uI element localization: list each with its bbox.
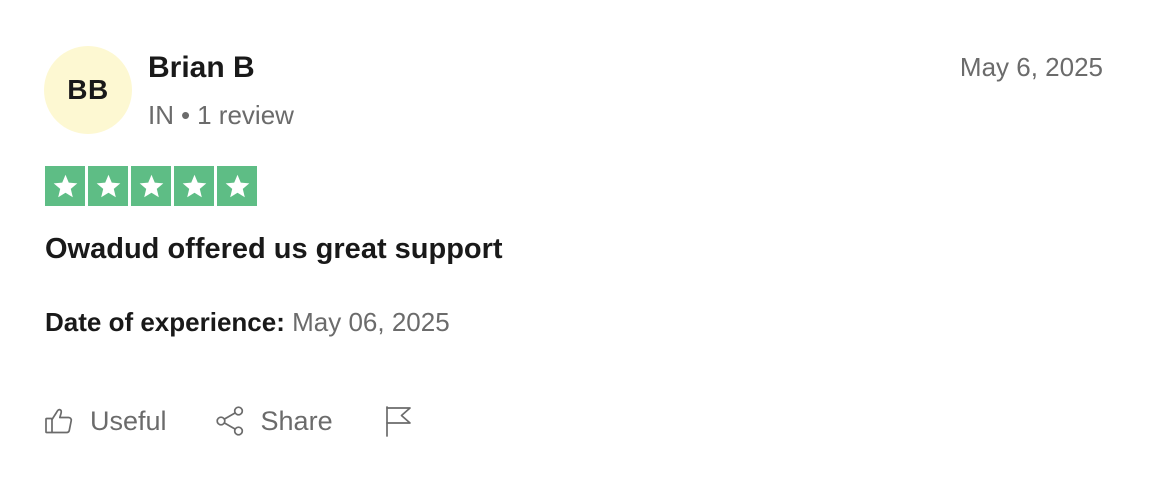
flag-icon: [383, 404, 413, 438]
star-icon: [217, 166, 257, 206]
review-title[interactable]: Owadud offered us great support: [45, 231, 503, 267]
review-card: BB Brian B IN • 1 review May 6, 2025 Owa…: [0, 0, 1150, 492]
date-of-experience: Date of experience: May 06, 2025: [45, 305, 450, 339]
review-actions: Useful Share: [44, 402, 413, 440]
experience-date: May 06, 2025: [292, 307, 450, 337]
review-date: May 6, 2025: [959, 52, 1103, 82]
star-rating: [45, 166, 257, 206]
share-label: Share: [260, 405, 333, 436]
avatar[interactable]: BB: [44, 46, 132, 134]
avatar-initials: BB: [67, 74, 109, 105]
useful-label: Useful: [90, 405, 167, 436]
meta-separator: •: [181, 100, 191, 130]
thumbs-up-icon: [44, 406, 74, 436]
reviewer-name[interactable]: Brian B: [148, 50, 255, 86]
experience-label: Date of experience:: [45, 307, 285, 337]
star-icon: [174, 166, 214, 206]
share-icon: [215, 405, 245, 437]
reviewer-meta: IN • 1 review: [148, 99, 294, 131]
share-button[interactable]: Share: [215, 405, 333, 437]
useful-button[interactable]: Useful: [44, 406, 167, 437]
star-icon: [45, 166, 85, 206]
report-button[interactable]: [383, 404, 413, 438]
star-icon: [131, 166, 171, 206]
reviewer-country: IN: [148, 100, 174, 130]
star-icon: [88, 166, 128, 206]
reviewer-review-count: 1 review: [197, 100, 294, 130]
